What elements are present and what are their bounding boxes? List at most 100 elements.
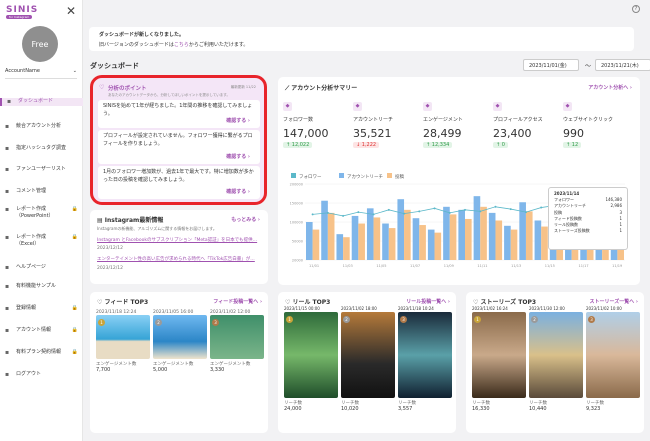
stories-list-link[interactable]: ストーリーズ一覧へ ›: [589, 298, 638, 305]
post-thumbnail[interactable]: [398, 312, 452, 398]
bar-posts: [404, 209, 411, 260]
account-selector[interactable]: AccountName ⌄: [5, 68, 77, 79]
line-point: [387, 208, 390, 211]
bar-reach: [458, 209, 465, 260]
heart-icon: ◆: [423, 102, 432, 111]
news-item-link[interactable]: Instagram とFacebookのサブスクリプション「Meta認証」を日本…: [97, 237, 257, 243]
report-icon: ▪: [5, 206, 10, 213]
legend-label: フォロワー: [299, 174, 322, 180]
line-point: [326, 211, 329, 214]
page-title: ダッシュボード: [90, 62, 139, 70]
sidebar-item-label: 競合アカウント分析: [16, 123, 62, 129]
feed-list-link[interactable]: フィード投稿一覧へ ›: [213, 298, 262, 305]
sidebar-item[interactable]: ▪ レポート作成 🔒 （PowerPoint）: [0, 206, 83, 219]
sidebar-item[interactable]: ▪ アカウント情報 🔒: [0, 327, 83, 335]
rank-badge: 2: [343, 316, 350, 323]
sidebar-item[interactable]: ▪ 有料機能サンプル: [0, 283, 83, 291]
kpi-card[interactable]: ◆ プロフィールアクセス 23,400 ↑ 0: [493, 102, 558, 160]
sidebar-item[interactable]: ▪ 有料プラン契約情報 🔒: [0, 349, 83, 357]
news-title: ▤ Instagram最新情報: [97, 215, 163, 224]
post-thumbnail[interactable]: [284, 312, 338, 398]
point-text: 1月のフォロワー増加数が、過去1年で最大です。特に増加数が多かった日の投稿を確認…: [103, 169, 254, 183]
post-item[interactable]: 2023/11/18 12:24 1 エンゲージメント数 7,700: [96, 310, 150, 373]
sidebar-item-label-sub: （PowerPoint）: [16, 213, 54, 219]
plan-icon: ▪: [5, 349, 10, 356]
kpi-card[interactable]: ◆ フォロワー数 147,000 ↑ 12,022: [283, 102, 348, 160]
kpi-card[interactable]: ◆ エンゲージメント 28,499 ↑ 12,334: [423, 102, 488, 160]
comment-icon: ▪: [5, 188, 10, 195]
bar-reach: [366, 208, 374, 260]
tooltip-row: ストーリーズ投稿数 1: [554, 228, 622, 234]
points-title: 分析のポイント: [108, 86, 147, 92]
post-item[interactable]: 1 2023/11/02 16:24 リーチ数 16,330: [472, 312, 526, 412]
rank-badge: 2: [155, 319, 162, 326]
bar-posts: [510, 229, 518, 260]
plan-avatar: Free: [22, 26, 58, 62]
post-date: 2023/11/02 18:00: [341, 306, 377, 311]
reel-top3-title-text: リール TOP3: [292, 299, 331, 306]
sidebar-item-label: レポート作成: [16, 234, 47, 240]
news-card: ▤ Instagram最新情報 もっとみる › Instagramの新機能、アル…: [90, 210, 268, 284]
news-desc: Instagramの新機能、アルゴリズムに関する情報をお届けします。: [97, 226, 217, 231]
point-text: プロフィールが設定されていません。フォロワー獲得に繋がるプロフィールを作りましょ…: [103, 133, 253, 147]
start-date-input[interactable]: 2023/11/01(金): [523, 59, 579, 71]
post-item[interactable]: 2023/11/05 16:00 2 エンゲージメント数 5,000: [153, 310, 207, 373]
post-metric-value: 9,323: [586, 406, 601, 412]
post-thumbnail[interactable]: [341, 312, 395, 398]
sidebar-item[interactable]: ▪ 登録情報 🔒: [0, 305, 83, 313]
notice-banner: ダッシュボードが新しくなりました。 旧バージョンのダッシュボードはこちらからご利…: [89, 27, 634, 51]
sidebar-item[interactable]: ▪ ファンユーザーリスト: [0, 166, 83, 174]
x-tick-label: 11/11: [477, 264, 487, 268]
feed-top3-card: ♡ フィード TOP3 フィード投稿一覧へ › 2023/11/18 12:24 1…: [90, 292, 268, 433]
old-dashboard-link[interactable]: こちら: [174, 42, 189, 48]
post-thumbnail[interactable]: [472, 312, 526, 398]
post-item[interactable]: 2 2023/11/30 12:00 リーチ数 10,440: [529, 312, 583, 412]
end-date-input[interactable]: 2023/11/21(木): [595, 59, 650, 71]
x-tick-label: 11/03: [343, 264, 353, 268]
stories-top3-title-text: ストーリーズ TOP3: [480, 299, 537, 306]
confirm-link[interactable]: 確認する ›: [226, 189, 250, 197]
bar-reach: [412, 218, 420, 260]
sidebar-item[interactable]: ▪ ログアウト: [0, 371, 83, 379]
reel-list-link[interactable]: リール投稿一覧へ ›: [406, 298, 450, 305]
reel-top3-title: ♡ リール TOP3: [285, 297, 330, 306]
confirm-link[interactable]: 確認する ›: [226, 118, 250, 126]
notice-text: 旧バージョンのダッシュボードは: [99, 42, 174, 48]
help-icon[interactable]: ?: [632, 5, 640, 13]
hashtag-icon: ▪: [5, 145, 10, 152]
kpi-card[interactable]: ◆ アカウントリーチ 35,521 ↓ 1,222: [353, 102, 418, 160]
bar-posts: [525, 211, 533, 260]
line-point: [448, 211, 451, 214]
post-thumbnail[interactable]: [529, 312, 583, 398]
bar-posts: [358, 223, 365, 260]
reel-top3-card: ♡ リール TOP3 リール投稿一覧へ › 1 2023/11/15 00:00 …: [278, 292, 456, 433]
summary-link[interactable]: アカウント分析へ ›: [588, 84, 632, 91]
sidebar-item[interactable]: ▪ ダッシュボード: [0, 98, 83, 106]
y-tick-label: 200000: [290, 183, 303, 187]
post-item[interactable]: 3 2023/11/02 10:00 リーチ数 9,323: [586, 312, 640, 412]
post-thumbnail[interactable]: [586, 312, 640, 398]
line-point: [311, 213, 314, 216]
news-item-link[interactable]: エンターテイメント性の高い広告が求められる時代へ「TikTok広告白書」が…: [97, 256, 255, 262]
sidebar-item[interactable]: ▪ コメント管理: [0, 188, 83, 196]
news-more-link[interactable]: もっとみる ›: [231, 216, 260, 223]
sidebar-item[interactable]: ▪ レポート作成 🔒 （Excel）: [0, 234, 83, 247]
post-item[interactable]: 3 2023/11/18 10:24 リーチ数 3,557: [398, 312, 452, 412]
close-icon[interactable]: ✕: [66, 4, 76, 18]
summary-title-text: アカウント分析サマリー: [291, 85, 358, 92]
post-item[interactable]: 1 2023/11/15 00:00 リーチ数 24,000: [284, 312, 338, 412]
x-tick-label: 11/17: [578, 264, 588, 268]
kpi-card[interactable]: ◆ ウェブサイトクリック 990 ↑ 12: [563, 102, 628, 160]
sidebar-item[interactable]: ▪ 指定ハッシュタグ調査: [0, 145, 83, 153]
post-metric-value: 5,000: [153, 367, 168, 373]
post-item[interactable]: 2023/11/02 12:00 3 エンゲージメント数 3,330: [210, 310, 264, 373]
confirm-link[interactable]: 確認する ›: [226, 154, 250, 162]
post-item[interactable]: 2 2023/11/02 18:00 リーチ数 10,020: [341, 312, 395, 412]
lock-icon: 🔒: [71, 206, 78, 212]
sidebar-item[interactable]: ▪ ヘルプページ: [0, 264, 83, 272]
bar-posts: [373, 217, 381, 260]
bar-reach: [397, 199, 405, 260]
bar-reach: [504, 225, 511, 260]
sidebar-item[interactable]: ▪ 競合アカウント分析: [0, 123, 83, 131]
legend-label: 投稿: [395, 173, 404, 180]
